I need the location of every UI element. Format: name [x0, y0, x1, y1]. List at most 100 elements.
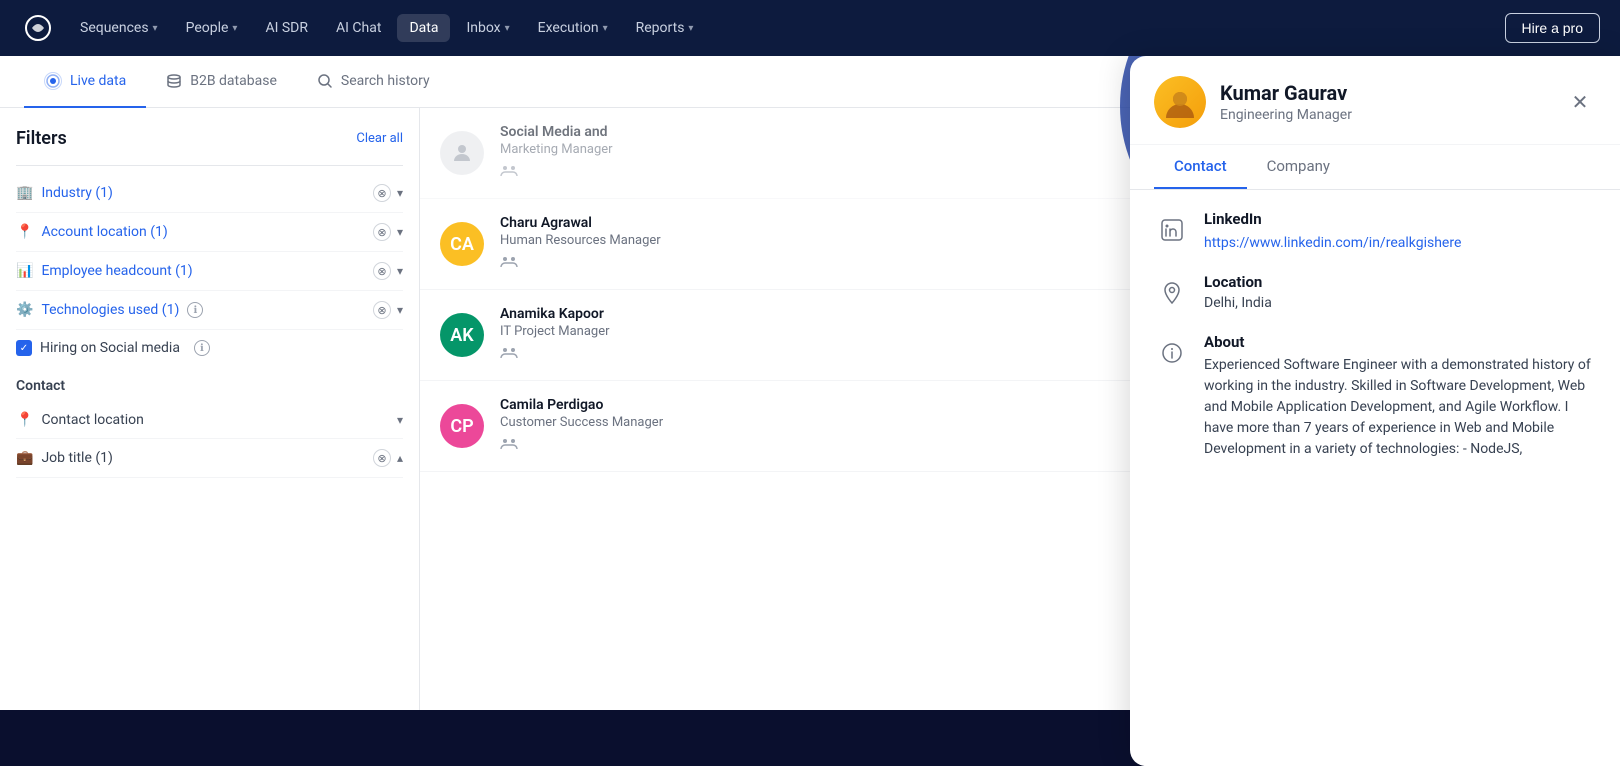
- filter-item-account-location: 📍 Account location (1) ⊗ ▾: [16, 213, 403, 252]
- avatar-image: [1154, 76, 1206, 128]
- contact-location-expand[interactable]: ▾: [397, 413, 403, 427]
- connect-icon: [500, 252, 1208, 273]
- filter-headcount-label[interactable]: 📊 Employee headcount (1): [16, 263, 193, 279]
- contact-location-icon: 📍: [16, 412, 33, 428]
- sub-nav-search-history[interactable]: Search history: [297, 56, 450, 108]
- filter-technologies-expand[interactable]: ▾: [397, 303, 403, 317]
- nav-item-people[interactable]: People ▾: [174, 14, 250, 42]
- hiring-social-info-icon[interactable]: ℹ: [194, 340, 210, 356]
- about-text: Experienced Software Engineer with a dem…: [1204, 355, 1596, 460]
- chevron-down-icon: ▾: [688, 23, 693, 34]
- panel-header: Kumar Gaurav Engineering Manager ✕: [1130, 56, 1620, 145]
- person-title: Marketing Manager: [500, 142, 1208, 157]
- location-icon: 📍: [16, 224, 33, 240]
- job-title-icon: 💼: [16, 450, 33, 466]
- main-area: Live data B2B database Search history Fi…: [0, 56, 1620, 710]
- panel-person-name: Kumar Gaurav: [1220, 81, 1550, 105]
- technologies-icon: ⚙️: [16, 302, 33, 318]
- panel-section-linkedin: LinkedIn https://www.linkedin.com/in/rea…: [1154, 210, 1596, 251]
- filter-industry-label[interactable]: 🏢 Industry (1): [16, 185, 113, 201]
- tab-contact[interactable]: Contact: [1154, 145, 1247, 189]
- person-title: Customer Success Manager: [500, 415, 1204, 430]
- filter-account-location-expand[interactable]: ▾: [397, 225, 403, 239]
- nav-logo: [20, 10, 56, 46]
- panel-person-title: Engineering Manager: [1220, 107, 1550, 123]
- contact-location-label[interactable]: 📍 Contact location: [16, 412, 144, 428]
- location-value: Delhi, India: [1204, 295, 1596, 311]
- filter-item-hiring-social: ✓ Hiring on Social media ℹ: [16, 330, 403, 366]
- panel-name-section: Kumar Gaurav Engineering Manager: [1220, 81, 1550, 123]
- filter-headcount-remove[interactable]: ⊗: [373, 262, 391, 280]
- contact-panel: Kumar Gaurav Engineering Manager ✕ Conta…: [1130, 56, 1620, 766]
- headcount-icon: 📊: [16, 263, 33, 279]
- linkedin-icon: [1154, 212, 1190, 248]
- tab-company[interactable]: Company: [1247, 145, 1350, 189]
- job-title-label[interactable]: 💼 Job title (1): [16, 450, 113, 466]
- linkedin-url[interactable]: https://www.linkedin.com/in/realkgishere: [1204, 235, 1461, 251]
- panel-close-button[interactable]: ✕: [1564, 86, 1596, 118]
- person-info: Camila Perdigao Customer Success Manager: [500, 397, 1204, 455]
- filter-account-location-label[interactable]: 📍 Account location (1): [16, 224, 168, 240]
- sub-nav-b2b-database[interactable]: B2B database: [146, 56, 297, 108]
- filter-industry-remove[interactable]: ⊗: [373, 184, 391, 202]
- filters-header: Filters Clear all: [16, 128, 403, 149]
- filter-job-title-remove[interactable]: ⊗: [373, 449, 391, 467]
- nav-item-sequences[interactable]: Sequences ▾: [68, 14, 170, 42]
- panel-content: LinkedIn https://www.linkedin.com/in/rea…: [1130, 190, 1620, 766]
- filter-account-location-remove[interactable]: ⊗: [373, 223, 391, 241]
- filter-item-employee-headcount: 📊 Employee headcount (1) ⊗ ▾: [16, 252, 403, 291]
- filter-divider: [16, 165, 403, 166]
- nav-item-data[interactable]: Data: [397, 14, 450, 42]
- nav-item-execution[interactable]: Execution ▾: [526, 14, 620, 42]
- panel-tabs: Contact Company: [1130, 145, 1620, 190]
- filter-technologies-label[interactable]: ⚙️ Technologies used (1) ℹ: [16, 302, 203, 318]
- nav-item-ai-chat[interactable]: AI Chat: [324, 14, 393, 42]
- person-title: IT Project Manager: [500, 324, 1192, 339]
- industry-icon: 🏢: [16, 185, 33, 201]
- chevron-down-icon: ▾: [505, 23, 510, 34]
- person-name: Anamika Kapoor: [500, 306, 1192, 322]
- person-name: Camila Perdigao: [500, 397, 1204, 413]
- filter-item-technologies: ⚙️ Technologies used (1) ℹ ⊗ ▾: [16, 291, 403, 330]
- filter-job-title-expand[interactable]: ▴: [397, 451, 403, 465]
- person-name: Social Media and: [500, 124, 1208, 140]
- filter-headcount-expand[interactable]: ▾: [397, 264, 403, 278]
- connect-icon: [500, 161, 1208, 182]
- technologies-info-icon[interactable]: ℹ: [187, 302, 203, 318]
- panel-avatar: [1154, 76, 1206, 128]
- clear-all-button[interactable]: Clear all: [356, 131, 403, 146]
- filter-item-job-title: 💼 Job title (1) ⊗ ▴: [16, 439, 403, 478]
- database-icon: [166, 73, 182, 89]
- panel-section-location: Location Delhi, India: [1154, 273, 1596, 311]
- person-info: Charu Agrawal Human Resources Manager: [500, 215, 1208, 273]
- avatar: CA: [440, 222, 484, 266]
- filter-hiring-social-checkbox[interactable]: ✓: [16, 340, 32, 356]
- panel-section-about: About Experienced Software Engineer with…: [1154, 333, 1596, 460]
- person-title: Human Resources Manager: [500, 233, 1208, 248]
- connect-icon: [500, 434, 1204, 455]
- person-info: Social Media and Marketing Manager: [500, 124, 1208, 182]
- chevron-down-icon: ▾: [153, 23, 158, 34]
- about-icon: [1154, 335, 1190, 371]
- sidebar-filters: Filters Clear all 🏢 Industry (1) ⊗ ▾ 📍: [0, 108, 420, 710]
- filter-item-industry: 🏢 Industry (1) ⊗ ▾: [16, 174, 403, 213]
- top-nav: Sequences ▾ People ▾ AI SDR AI Chat Data…: [0, 0, 1620, 56]
- filter-item-contact-location: 📍 Contact location ▾: [16, 402, 403, 439]
- avatar: AK: [440, 313, 484, 357]
- panel-location-icon: [1154, 275, 1190, 311]
- filter-industry-expand[interactable]: ▾: [397, 186, 403, 200]
- filter-technologies-remove[interactable]: ⊗: [373, 301, 391, 319]
- person-info: Anamika Kapoor IT Project Manager: [500, 306, 1192, 364]
- hire-pro-button[interactable]: Hire a pro: [1505, 13, 1600, 43]
- nav-item-reports[interactable]: Reports ▾: [624, 14, 706, 42]
- nav-item-inbox[interactable]: Inbox ▾: [454, 14, 521, 42]
- sub-nav-live-data[interactable]: Live data: [24, 56, 146, 108]
- filters-title: Filters: [16, 128, 67, 149]
- nav-item-ai-sdr[interactable]: AI SDR: [253, 14, 320, 42]
- chevron-down-icon: ▾: [232, 23, 237, 34]
- contact-section: Contact 📍 Contact location ▾ 💼 Job title…: [16, 378, 403, 478]
- person-name: Charu Agrawal: [500, 215, 1208, 231]
- avatar: CP: [440, 404, 484, 448]
- connect-icon: [500, 343, 1192, 364]
- person-placeholder-icon: [450, 141, 474, 165]
